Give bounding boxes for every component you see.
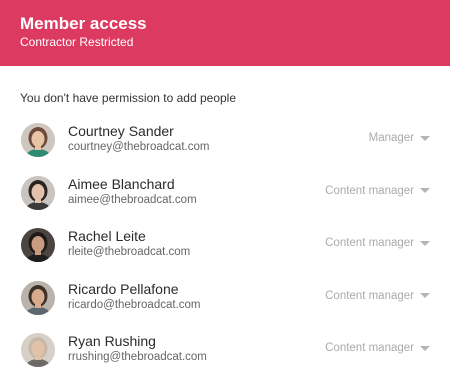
member-name: Rachel Leite [68, 228, 146, 244]
role-label: Content manager [325, 184, 414, 197]
chevron-down-icon[interactable] [420, 293, 430, 298]
member-info: Ryan Rushing rrushing@thebroadcat.com [68, 332, 207, 365]
member-name: Courtney Sander [68, 123, 174, 139]
member-row: Ryan Rushing rrushing@thebroadcat.com Cont… [0, 327, 450, 380]
member-name: Aimee Blanchard [68, 175, 175, 192]
role-dropdown[interactable]: Content manager [325, 185, 430, 197]
member-name: Ricardo Pellafone [68, 280, 179, 297]
permission-notice: You don't have permission to add people [20, 91, 237, 105]
avatar [21, 175, 55, 210]
member-email: rleite@thebroadcat.com [68, 246, 191, 258]
member-email: aimee@thebroadcat.com [68, 193, 197, 206]
member-info: Aimee Blanchard aimee@thebroadcat.com [68, 175, 197, 208]
member-row: Aimee Blanchard aimee@thebroadcat.com Cont… [0, 170, 450, 223]
role-dropdown[interactable]: Content manager [325, 237, 430, 249]
avatar [21, 280, 55, 315]
chevron-down-icon[interactable] [420, 240, 430, 246]
role-dropdown[interactable]: Content manager [325, 342, 430, 354]
chevron-down-icon[interactable] [420, 135, 430, 141]
role-label: Manager [368, 132, 414, 144]
member-info: Ricardo Pellafone ricardo@thebroadcat.com [68, 280, 201, 313]
page-title: Member access [20, 14, 147, 33]
page-subtitle: Contractor Restricted [20, 35, 134, 49]
avatar [21, 123, 55, 157]
role-label: Content manager [325, 342, 414, 354]
chevron-down-icon[interactable] [420, 345, 430, 351]
chevron-down-icon[interactable] [420, 188, 430, 193]
member-info: Rachel Leite rleite@thebroadcat.com [68, 227, 190, 260]
header: Member access Contractor Restricted [0, 0, 450, 66]
member-row: Rachel Leite rleite@thebroadcat.com Conten… [0, 222, 450, 275]
role-dropdown[interactable]: Content manager [325, 290, 430, 302]
member-info: Courtney Sander courtney@thebroadcat.com [68, 122, 209, 155]
role-label: Content manager [325, 237, 414, 249]
member-email: courtney@thebroadcat.com [68, 141, 210, 153]
role-dropdown[interactable]: Manager [369, 132, 430, 144]
member-name: Ryan Rushing [68, 333, 156, 349]
member-email: ricardo@thebroadcat.com [68, 298, 201, 311]
avatar [21, 228, 55, 262]
avatar [21, 333, 55, 367]
member-list: Courtney Sander courtney@thebroadcat.com M… [0, 117, 450, 380]
member-email: rrushing@thebroadcat.com [68, 351, 207, 363]
role-label: Content manager [325, 289, 414, 302]
member-row: Ricardo Pellafone ricardo@thebroadcat.com… [0, 275, 450, 328]
member-row: Courtney Sander courtney@thebroadcat.com M… [0, 117, 450, 170]
